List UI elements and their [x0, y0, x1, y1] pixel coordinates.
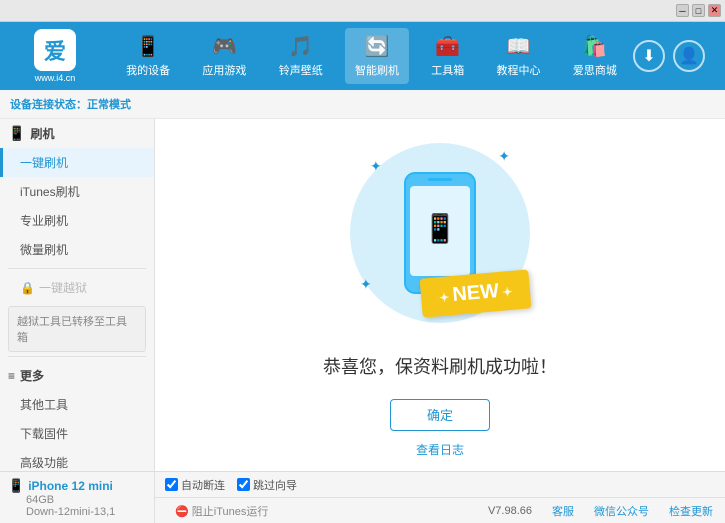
check-update-link[interactable]: 检查更新: [669, 503, 713, 519]
sidebar-item-download-firmware[interactable]: 下载固件: [0, 419, 154, 448]
skip-wizard-input[interactable]: [237, 478, 250, 491]
sidebar-item-free-flash[interactable]: 微量刷机: [0, 235, 154, 264]
ringtones-icon: 🎵: [288, 34, 313, 59]
device-storage: 64GB: [8, 494, 146, 506]
status-label: 设备连接状态：: [10, 99, 87, 111]
sidebar-item-other-tools[interactable]: 其他工具: [0, 390, 154, 419]
footer-main: 自动断连 跳过向导 ⛔ 阻止iTunes运行 V7.98.66 客服 微信公众号…: [155, 472, 725, 523]
auto-disconnect-input[interactable]: [165, 478, 178, 491]
jailbreak-notice-text: 越狱工具已转移至工具箱: [17, 316, 127, 344]
nav-my-device-label: 我的设备: [126, 62, 170, 78]
toolbox-icon: 🧰: [435, 34, 460, 59]
main-nav: 📱 我的设备 🎮 应用游戏 🎵 铃声壁纸 🔄 智能刷机 🧰 工具箱 📖 教程中心…: [110, 28, 633, 84]
device-icon: 📱: [8, 478, 24, 494]
version-text: V7.98.66: [488, 505, 532, 517]
pro-flash-label: 专业刷机: [20, 214, 68, 228]
connection-status-bar: 设备连接状态：正常模式: [0, 90, 725, 119]
sidebar: 📱 刷机 一键刷机 iTunes刷机 专业刷机 微量刷机 🔒 一键越狱: [0, 119, 155, 471]
download-firmware-label: 下载固件: [20, 427, 68, 441]
content-area: 📱 ✦ ✦ ✦ NEW 恭喜您，保资料刷机成功啦！ 确定 查看日志: [155, 119, 725, 471]
sidebar-item-itunes-flash[interactable]: iTunes刷机: [0, 177, 154, 206]
section-divider-1: [8, 268, 146, 269]
nav-toolbox-label: 工具箱: [431, 62, 464, 78]
logo-icon: 爱: [34, 29, 76, 71]
mall-icon: 🛍️: [582, 34, 607, 59]
skip-wizard-checkbox[interactable]: 跳过向导: [237, 477, 297, 493]
logo-url: www.i4.cn: [35, 73, 76, 83]
nav-mall-label: 爱思商城: [573, 62, 617, 78]
sparkle-3: ✦: [360, 276, 372, 293]
device-version: Down-12mini-13,1: [8, 506, 146, 518]
user-button[interactable]: 👤: [673, 40, 705, 72]
nav-smart-flash[interactable]: 🔄 智能刷机: [345, 28, 409, 84]
sparkle-1: ✦: [498, 148, 510, 165]
maximize-button[interactable]: □: [692, 4, 705, 17]
sidebar-item-one-key-flash[interactable]: 一键刷机: [0, 148, 154, 177]
other-tools-label: 其他工具: [20, 398, 68, 412]
customer-service-link[interactable]: 客服: [552, 503, 574, 519]
apps-icon: 🎮: [212, 34, 237, 59]
nav-toolbox[interactable]: 🧰 工具箱: [421, 28, 474, 84]
sidebar-jailbreak-disabled: 🔒 一键越狱: [0, 273, 154, 302]
nav-ringtones[interactable]: 🎵 铃声壁纸: [269, 28, 333, 84]
nav-tutorial[interactable]: 📖 教程中心: [487, 28, 551, 84]
section-divider-2: [8, 356, 146, 357]
minimize-button[interactable]: ─: [676, 4, 689, 17]
more-section-label: 更多: [20, 367, 44, 384]
logo[interactable]: 爱 www.i4.cn: [10, 29, 100, 83]
sidebar-more-header: ≡ 更多: [0, 361, 154, 390]
lock-icon: 🔒: [20, 281, 35, 295]
nav-smart-flash-label: 智能刷机: [355, 62, 399, 78]
close-button[interactable]: ✕: [708, 4, 721, 17]
footer-top-row: 自动断连 跳过向导: [155, 472, 725, 498]
svg-text:📱: 📱: [423, 212, 458, 245]
window-controls[interactable]: ─ □ ✕: [676, 4, 721, 17]
footer-device-info: 📱 iPhone 12 mini 64GB Down-12mini-13,1: [0, 472, 155, 523]
view-log-link[interactable]: 查看日志: [416, 441, 464, 458]
confirm-button[interactable]: 确定: [390, 399, 490, 431]
nav-ringtones-label: 铃声壁纸: [279, 62, 323, 78]
wechat-link[interactable]: 微信公众号: [594, 503, 649, 519]
my-device-icon: 📱: [136, 34, 161, 59]
itunes-notice: ⛔ 阻止iTunes运行: [167, 500, 276, 522]
nav-my-device[interactable]: 📱 我的设备: [116, 28, 180, 84]
app-footer: 📱 iPhone 12 mini 64GB Down-12mini-13,1 自…: [0, 471, 725, 523]
nav-mall[interactable]: 🛍️ 爱思商城: [563, 28, 627, 84]
nav-apps-games[interactable]: 🎮 应用游戏: [192, 28, 256, 84]
app-middle: 📱 刷机 一键刷机 iTunes刷机 专业刷机 微量刷机 🔒 一键越狱: [0, 119, 725, 471]
jailbreak-notice: 越狱工具已转移至工具箱: [8, 306, 146, 352]
device-name: iPhone 12 mini: [28, 479, 113, 493]
stop-icon: ⛔: [175, 506, 192, 518]
sidebar-item-advanced[interactable]: 高级功能: [0, 448, 154, 471]
free-flash-label: 微量刷机: [20, 243, 68, 257]
app-body: 设备连接状态：正常模式 📱 刷机 一键刷机 iTunes刷机 专业刷机 微量刷机: [0, 90, 725, 523]
advanced-label: 高级功能: [20, 456, 68, 470]
nav-apps-label: 应用游戏: [202, 62, 246, 78]
footer-bottom-row: ⛔ 阻止iTunes运行 V7.98.66 客服 微信公众号 检查更新: [155, 498, 725, 523]
nav-tutorial-label: 教程中心: [497, 62, 541, 78]
auto-disconnect-checkbox[interactable]: 自动断连: [165, 477, 225, 493]
status-value: 正常模式: [87, 99, 131, 111]
auto-disconnect-label: 自动断连: [181, 477, 225, 493]
smart-flash-icon: 🔄: [365, 34, 390, 59]
skip-wizard-label: 跳过向导: [253, 477, 297, 493]
sidebar-flash-header: 📱 刷机: [0, 119, 154, 148]
flash-section-icon: 📱: [8, 125, 25, 142]
one-key-flash-label: 一键刷机: [20, 156, 68, 170]
itunes-flash-label: iTunes刷机: [20, 185, 80, 199]
flash-section-label: 刷机: [30, 125, 54, 142]
download-button[interactable]: ⬇: [633, 40, 665, 72]
title-bar: ─ □ ✕: [0, 0, 725, 22]
success-message: 恭喜您，保资料刷机成功啦！: [323, 353, 557, 379]
phone-illustration: 📱 ✦ ✦ ✦ NEW: [340, 133, 540, 333]
sidebar-item-pro-flash[interactable]: 专业刷机: [0, 206, 154, 235]
more-section-icon: ≡: [8, 369, 15, 383]
header: 爱 www.i4.cn 📱 我的设备 🎮 应用游戏 🎵 铃声壁纸 🔄 智能刷机 …: [0, 22, 725, 90]
header-right: ⬇ 👤: [633, 40, 715, 72]
sparkle-2: ✦: [370, 158, 382, 175]
jailbreak-label: 一键越狱: [39, 279, 87, 296]
itunes-notice-text: 阻止iTunes运行: [192, 506, 269, 518]
tutorial-icon: 📖: [506, 34, 531, 59]
